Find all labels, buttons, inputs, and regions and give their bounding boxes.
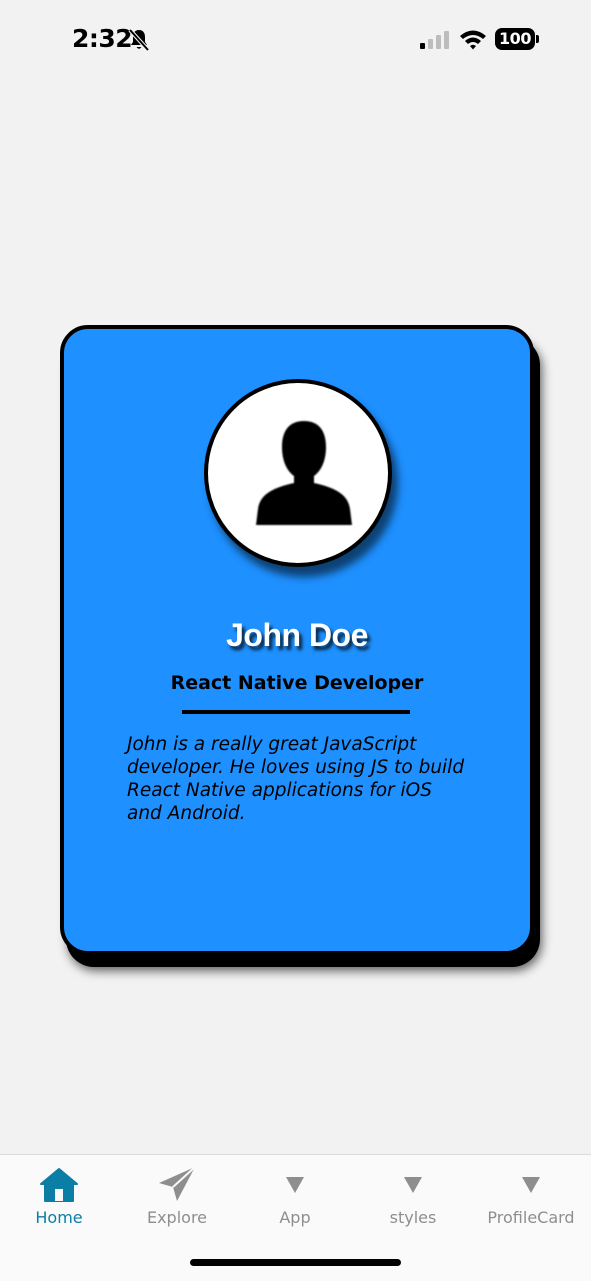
tab-profilecard-label: ProfileCard <box>487 1208 575 1227</box>
tab-app-label: App <box>279 1208 311 1227</box>
battery-indicator: 100 <box>495 28 535 50</box>
profile-card: John Doe React Native Developer John is … <box>60 325 534 955</box>
profile-bio: John is a really great JavaScript develo… <box>127 734 465 824</box>
profile-name: John Doe <box>226 617 368 653</box>
status-time: 2:32 <box>72 24 133 53</box>
tab-home-label: Home <box>35 1208 83 1227</box>
tab-app[interactable]: App <box>236 1155 354 1235</box>
paper-plane-icon <box>159 1166 196 1201</box>
user-silhouette-icon <box>256 421 352 525</box>
battery-tip <box>536 35 539 43</box>
cellular-signal-icon <box>420 31 449 49</box>
home-icon <box>40 1168 78 1202</box>
tab-styles[interactable]: styles <box>354 1155 472 1235</box>
triangle-icon <box>286 1177 304 1193</box>
tab-styles-label: styles <box>389 1208 437 1227</box>
status-bar: 2:32 100 <box>0 0 591 80</box>
profile-title: React Native Developer <box>170 672 424 694</box>
triangle-icon <box>522 1177 540 1193</box>
triangle-icon <box>404 1177 422 1193</box>
title-divider <box>182 710 410 714</box>
tab-explore-label: Explore <box>146 1208 208 1227</box>
avatar <box>204 379 392 567</box>
bell-muted-icon <box>128 28 150 52</box>
tab-profilecard[interactable]: ProfileCard <box>472 1155 590 1235</box>
home-indicator <box>190 1259 401 1266</box>
tab-home[interactable]: Home <box>0 1155 118 1235</box>
tab-explore[interactable]: Explore <box>118 1155 236 1235</box>
wifi-icon <box>460 30 486 50</box>
